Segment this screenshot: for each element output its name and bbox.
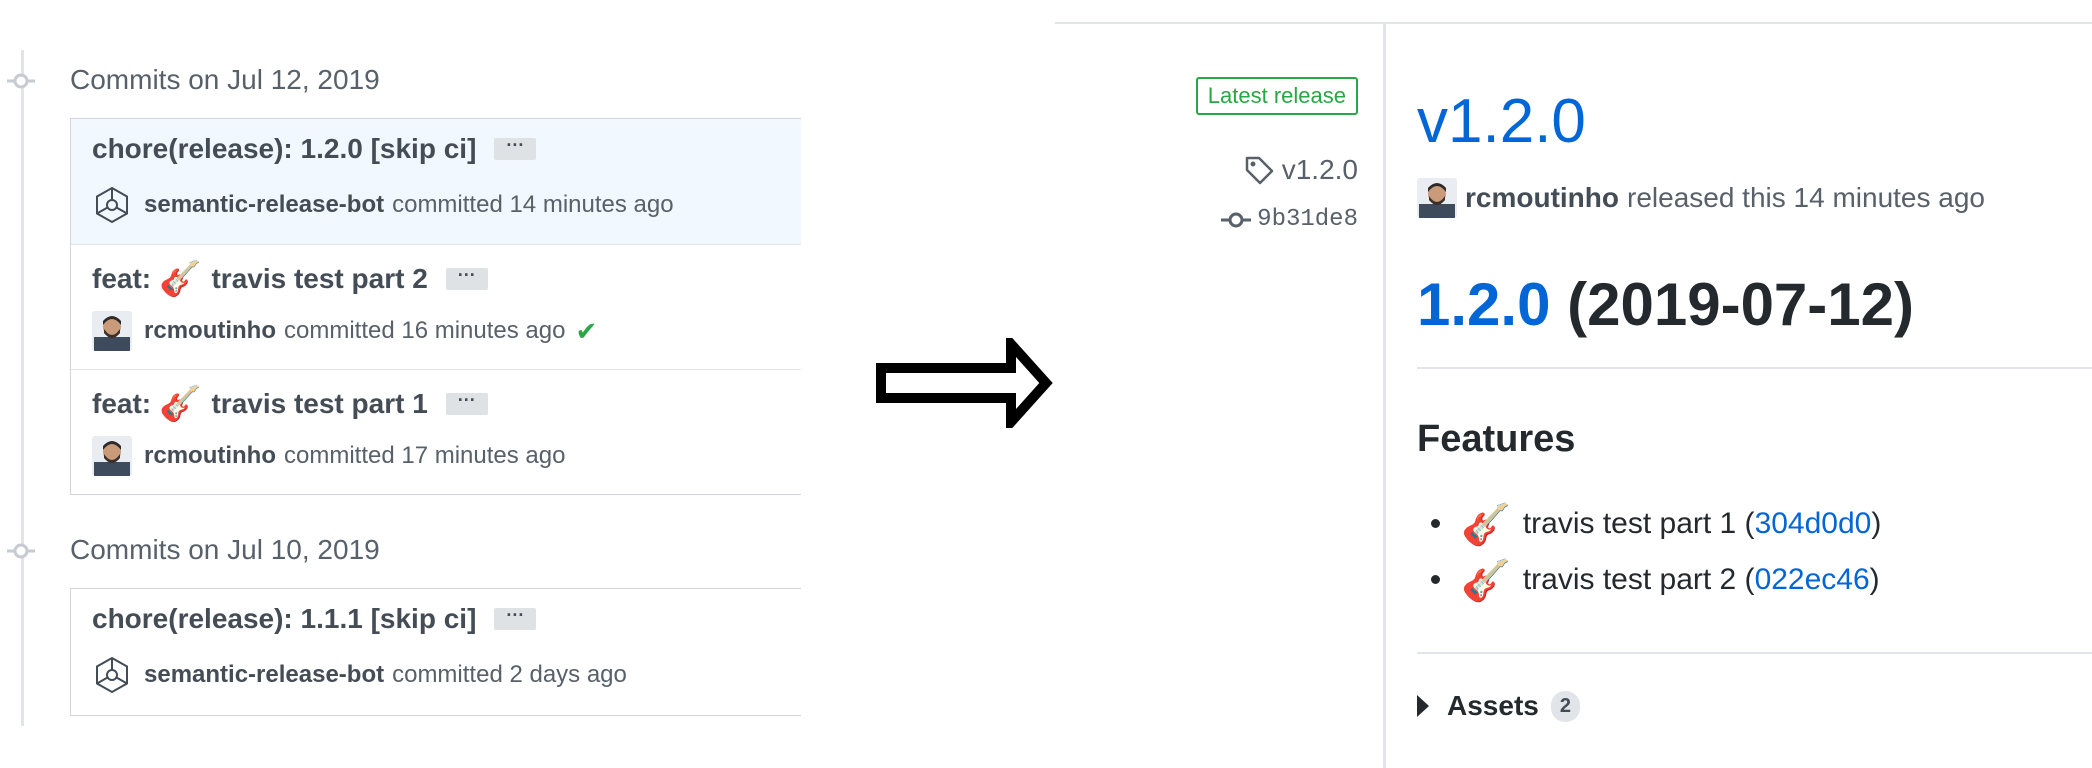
assets-label: Assets: [1447, 690, 1539, 721]
feature-close: ): [1869, 563, 1880, 596]
commit-row[interactable]: chore(release): 1.1.1 [skip ci] ··· sema…: [71, 589, 801, 714]
list-item: 🎸 travis test part 1 ( 304d0d0 ): [1431, 496, 1882, 552]
commit-author[interactable]: semantic-release-bot: [144, 191, 384, 219]
feature-text: travis test part 1 (: [1522, 507, 1755, 540]
git-commit-icon: [7, 543, 35, 559]
divider: [1417, 367, 2092, 369]
user-avatar[interactable]: [92, 311, 132, 351]
commit-group-header: Commits on Jul 12, 2019: [0, 56, 800, 106]
expand-message-button[interactable]: ···: [445, 391, 488, 415]
commit-message[interactable]: chore(release): 1.2.0 [skip ci]: [92, 133, 476, 165]
commit-time: committed 2 days ago: [392, 661, 627, 688]
release-panel: Latest release v1.2.0 9b31de8 v1.2.0 rcm…: [1055, 0, 2092, 768]
caret-right-icon: [1417, 695, 1429, 717]
release-tag[interactable]: v1.2.0: [1244, 154, 1358, 186]
commit-group-title: Commits on Jul 12, 2019: [70, 64, 380, 95]
git-commit-icon: [1221, 212, 1252, 227]
commit-message[interactable]: travis test part 2: [211, 263, 427, 295]
check-icon[interactable]: ✔: [575, 316, 597, 347]
guitar-emoji-icon: 🎸: [159, 385, 202, 423]
guitar-emoji-icon: 🎸: [1461, 502, 1511, 547]
list-item: 🎸 travis test part 2 ( 022ec46 ): [1431, 552, 1881, 608]
right-arrow-icon: [876, 338, 1053, 428]
expand-message-button[interactable]: ···: [494, 136, 537, 160]
commit-time: committed 17 minutes ago: [284, 442, 566, 469]
features-list: 🎸 travis test part 1 ( 304d0d0 ) 🎸 travi…: [1431, 496, 1882, 608]
commit-row[interactable]: feat: 🎸 travis test part 2 ··· rcmoutinh…: [71, 244, 801, 369]
release-commit[interactable]: 9b31de8: [1221, 206, 1358, 233]
guitar-emoji-icon: 🎸: [1461, 558, 1511, 603]
commit-time: committed 16 minutes ago: [284, 317, 566, 344]
tag-icon: [1245, 156, 1273, 185]
commit-time: committed 14 minutes ago: [392, 191, 674, 218]
release-byline: rcmoutinho released this 14 minutes ago: [1417, 178, 1985, 218]
user-avatar[interactable]: [1417, 178, 1457, 218]
timeline-line: [21, 50, 24, 726]
assets-toggle[interactable]: Assets 2: [1417, 690, 1580, 722]
commit-sha[interactable]: 9b31de8: [1257, 206, 1358, 233]
commit-group-header: Commits on Jul 10, 2019: [0, 526, 800, 576]
divider: [1417, 652, 2092, 654]
commit-author[interactable]: semantic-release-bot: [144, 661, 384, 689]
feature-text: travis test part 2 (: [1522, 563, 1755, 596]
bullet-icon: [1431, 519, 1440, 528]
version-link[interactable]: 1.2.0: [1417, 271, 1550, 338]
commit-message[interactable]: travis test part 1: [211, 388, 427, 420]
bot-hexagon-icon: [96, 656, 128, 694]
latest-release-badge: Latest release: [1195, 77, 1358, 115]
commit-message[interactable]: chore(release): 1.1.1 [skip ci]: [92, 603, 476, 635]
bot-hexagon-icon: [96, 186, 128, 224]
expand-message-button[interactable]: ···: [494, 606, 537, 630]
commit-author[interactable]: rcmoutinho: [144, 442, 276, 470]
commits-timeline: Commits on Jul 12, 2019 chore(release): …: [0, 0, 801, 728]
guitar-emoji-icon: 🎸: [159, 260, 202, 298]
version-heading: 1.2.0 (2019-07-12): [1417, 270, 1914, 339]
commit-list: chore(release): 1.2.0 [skip ci] ··· sema…: [70, 118, 801, 495]
divider: [1055, 22, 2092, 24]
commit-list: chore(release): 1.1.1 [skip ci] ··· sema…: [70, 588, 801, 716]
commit-row[interactable]: feat: 🎸 travis test part 1 ··· rcmoutinh…: [71, 369, 801, 494]
feature-close: ): [1871, 507, 1882, 540]
bullet-icon: [1431, 575, 1440, 584]
commit-hash-link[interactable]: 304d0d0: [1755, 507, 1872, 541]
assets-count-badge: 2: [1550, 690, 1580, 722]
release-author[interactable]: rcmoutinho: [1465, 182, 1619, 214]
commit-author[interactable]: rcmoutinho: [144, 317, 276, 345]
tag-label[interactable]: v1.2.0: [1282, 154, 1358, 186]
commit-row[interactable]: chore(release): 1.2.0 [skip ci] ··· sema…: [71, 119, 801, 244]
features-heading: Features: [1417, 418, 1576, 460]
divider: [1383, 22, 1386, 768]
commit-group-title: Commits on Jul 10, 2019: [70, 534, 380, 565]
release-time: released this 14 minutes ago: [1627, 182, 1985, 213]
commit-message-prefix[interactable]: feat:: [92, 263, 151, 295]
user-avatar[interactable]: [92, 436, 132, 476]
version-date: (2019-07-12): [1567, 271, 1914, 338]
release-title[interactable]: v1.2.0: [1417, 86, 1586, 157]
commit-message-prefix[interactable]: feat:: [92, 388, 151, 420]
commit-hash-link[interactable]: 022ec46: [1755, 563, 1870, 597]
git-commit-icon: [7, 73, 35, 89]
expand-message-button[interactable]: ···: [445, 266, 488, 290]
